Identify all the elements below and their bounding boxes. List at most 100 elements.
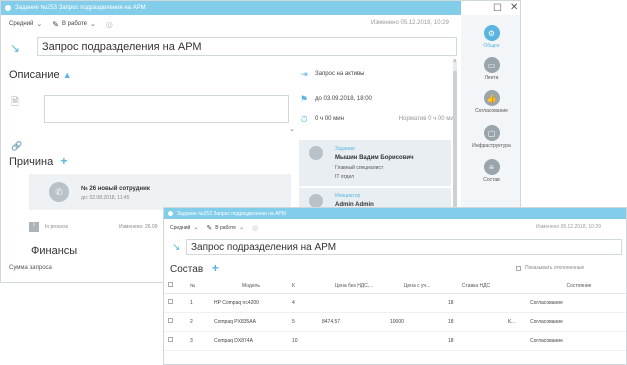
composition-window: Задание №253 Запрос подразделения на АРМ… bbox=[163, 207, 627, 365]
status-dropdown[interactable]: ✎ В работе ⌄ bbox=[206, 224, 244, 232]
process-status: In process bbox=[45, 224, 69, 230]
link-icon[interactable]: 🔗 bbox=[11, 141, 22, 152]
sidebar-item-infrastructure[interactable]: ▢ Инфраструктура bbox=[461, 125, 520, 149]
row-state: Согласование bbox=[526, 331, 626, 351]
row-select-cell[interactable] bbox=[164, 293, 186, 313]
show-rejected-toggle[interactable]: Показывать отклоненные bbox=[516, 265, 584, 271]
column-header[interactable]: Модель bbox=[210, 279, 288, 294]
task-toolbar: Средний ⌄ ✎ В работе ⌄ ◎ bbox=[170, 223, 258, 232]
info-icon: i bbox=[29, 222, 39, 232]
row-select-cell[interactable] bbox=[164, 312, 186, 332]
task-type-icon: ↘ bbox=[10, 41, 21, 55]
norm-value: Норматив 0 ч 00 мин bbox=[398, 116, 457, 122]
duration-value: 0 ч 00 мин bbox=[315, 116, 344, 122]
task-title-field[interactable]: Запрос подразделения на АРМ bbox=[37, 37, 457, 56]
thumb-up-icon: 👍 bbox=[483, 90, 500, 106]
add-item-icon[interactable]: + bbox=[212, 261, 219, 275]
row-price-no-vat bbox=[318, 331, 386, 351]
description-heading-text: Описание bbox=[9, 69, 60, 81]
column-header[interactable]: Цена с уч... bbox=[386, 279, 444, 294]
modified-date: Изменено 05.12.2018, 10:29 bbox=[536, 224, 601, 230]
reason-item-date: до: 02.08.2018, 11:45 bbox=[81, 195, 130, 201]
column-header[interactable]: К bbox=[288, 279, 318, 294]
row-state: Согласование bbox=[526, 293, 626, 313]
description-editor[interactable] bbox=[44, 95, 289, 123]
sidebar-item-label: Общее bbox=[483, 43, 500, 49]
row-vat-rate: 18 bbox=[444, 331, 504, 351]
row-price-vat bbox=[386, 331, 444, 351]
column-header[interactable] bbox=[504, 279, 526, 294]
phone-icon: ✆ bbox=[49, 182, 69, 202]
row-price-vat bbox=[386, 293, 444, 313]
priority-dropdown[interactable]: Средний ⌄ bbox=[170, 224, 199, 232]
sidebar-item-feed[interactable]: ▭ Лента bbox=[461, 57, 520, 81]
maximize-button[interactable]: ☐ bbox=[493, 3, 502, 14]
initiator-avatar bbox=[309, 194, 323, 208]
window-title: Задание №253 Запрос подразделения на АРМ bbox=[15, 5, 146, 11]
row-number: 2 bbox=[186, 312, 210, 332]
row-checkbox[interactable] bbox=[168, 318, 173, 323]
column-header[interactable]: № bbox=[186, 279, 210, 294]
timer-icon: ⏱ bbox=[300, 113, 308, 124]
sidebar-item-label: Согласование bbox=[475, 108, 508, 114]
assignee-avatar bbox=[309, 146, 323, 160]
priority-dropdown[interactable]: Средний ⌄ bbox=[9, 20, 42, 28]
table-row[interactable]: 3 Compaq DX874A 10 18 Согласование bbox=[164, 331, 626, 351]
expand-chevron-icon[interactable]: ⌄ bbox=[289, 125, 295, 133]
priority-value: Средний bbox=[9, 21, 34, 27]
modified-date: Изменено 05.12.2018, 10:29 bbox=[371, 20, 449, 26]
scroll-up-icon[interactable]: ˄ bbox=[453, 59, 457, 65]
select-all-checkbox[interactable] bbox=[168, 282, 173, 288]
reason-card[interactable]: ✆ № 26 новый сотрудник до: 02.08.2018, 1… bbox=[29, 174, 291, 210]
row-vat-rate: 18 bbox=[444, 312, 504, 332]
close-button[interactable]: ✕ bbox=[510, 2, 518, 13]
chevron-down-icon: ⌄ bbox=[90, 21, 96, 28]
show-rejected-checkbox[interactable] bbox=[516, 265, 521, 271]
watch-icon[interactable]: ◎ bbox=[106, 20, 113, 29]
column-header[interactable]: Ставка НДС bbox=[444, 279, 504, 294]
row-vat-rate: 18 bbox=[444, 293, 504, 313]
row-number: 1 bbox=[186, 293, 210, 313]
row-select-cell[interactable] bbox=[164, 331, 186, 351]
assignee-role: Главный специалист bbox=[335, 165, 384, 171]
task-title-field[interactable]: Запрос подразделения на АРМ bbox=[186, 239, 622, 255]
sidebar-item-composition[interactable]: ≡ Состав bbox=[461, 159, 520, 183]
assignee-card[interactable]: Задание Мышин Вадим Борисович Главный сп… bbox=[299, 140, 451, 186]
row-quantity: 5 bbox=[288, 312, 318, 332]
status-value: В работе bbox=[215, 224, 237, 231]
stack-icon: ≡ bbox=[483, 159, 500, 175]
row-quantity: 4 bbox=[288, 293, 318, 313]
collapse-icon[interactable]: ▲ bbox=[63, 70, 72, 80]
select-all-cell[interactable] bbox=[164, 279, 186, 294]
monitor-icon: ▢ bbox=[483, 125, 500, 141]
row-price-no-vat bbox=[318, 293, 386, 313]
row-checkbox[interactable] bbox=[168, 299, 173, 304]
status-dropdown[interactable]: ✎ В работе ⌄ bbox=[52, 20, 96, 29]
window-titlebar: Задание №253 Запрос подразделения на АРМ bbox=[1, 1, 520, 15]
document-icon: 🗎 bbox=[11, 97, 20, 108]
window-status-icon bbox=[168, 211, 173, 216]
add-reason-icon[interactable]: + bbox=[60, 154, 67, 168]
sidebar-item-approval[interactable]: 👍 Согласование bbox=[461, 90, 520, 114]
table-row[interactable]: 2 Compaq PX835AA 5 8474.57 10000 18 К...… bbox=[164, 312, 626, 332]
window-status-icon bbox=[5, 5, 11, 11]
row-price-no-vat: 8474.57 bbox=[318, 312, 386, 332]
assignee-name: Мышин Вадим Борисович bbox=[335, 155, 414, 161]
row-extra: К... bbox=[504, 312, 526, 332]
request-sum-label: Сумма запроса bbox=[9, 265, 52, 271]
row-extra bbox=[504, 293, 526, 313]
table-row[interactable]: 1 HP Compaq nc4200 4 18 Согласование bbox=[164, 293, 626, 313]
chevron-down-icon: ⌄ bbox=[239, 225, 245, 231]
task-title-text: Запрос подразделения на АРМ bbox=[42, 40, 202, 53]
feed-icon: ▭ bbox=[483, 57, 500, 73]
row-checkbox[interactable] bbox=[168, 337, 173, 342]
chevron-down-icon: ⌄ bbox=[193, 225, 199, 231]
sidebar-item-general[interactable]: ⚙ Общее bbox=[461, 25, 520, 49]
row-model: Compaq PX835AA bbox=[210, 312, 288, 332]
column-header[interactable]: Состояние bbox=[526, 279, 626, 294]
column-header[interactable]: Цена без НДС,... bbox=[318, 279, 386, 294]
row-quantity: 10 bbox=[288, 331, 318, 351]
assignee-dept: IT отдел bbox=[335, 174, 354, 180]
composition-heading: Состав + bbox=[170, 261, 219, 275]
watch-icon[interactable]: ◎ bbox=[252, 224, 258, 232]
